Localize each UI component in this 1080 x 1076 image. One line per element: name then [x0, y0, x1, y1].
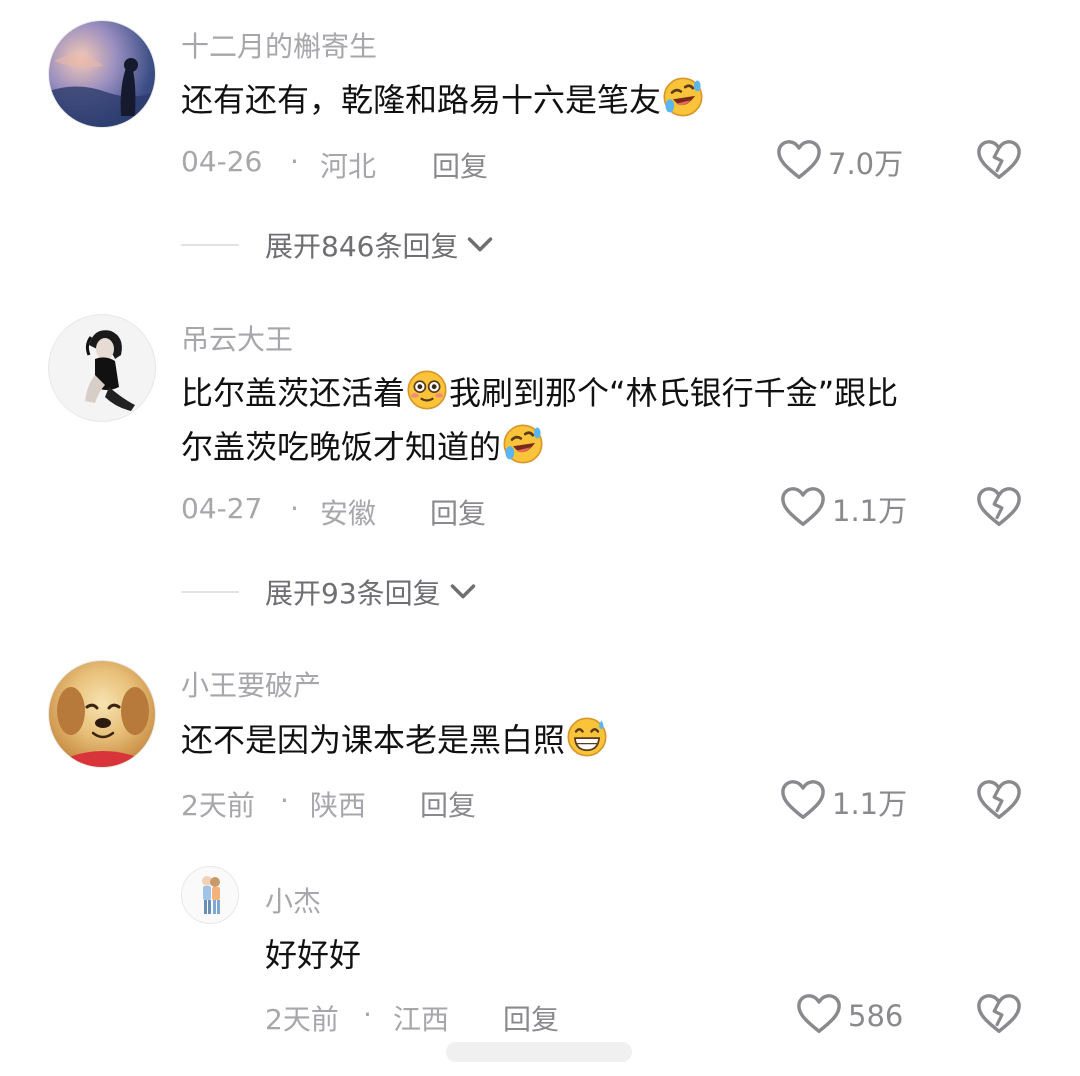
avatar[interactable] [48, 660, 156, 768]
comment-item: 小王要破产 还不是因为课本老是黑白照 2天前 · 陕西 回复 1.1万 小杰 好… [0, 0, 1080, 1076]
like-button[interactable]: 1.1万 [780, 778, 907, 826]
heart-icon [796, 992, 842, 1040]
comment-date: 2天前 [265, 1003, 339, 1036]
meta-separator: · [280, 784, 289, 817]
comment-location: 陕西 [310, 789, 367, 822]
like-count: 1.1万 [832, 787, 908, 821]
reply-button[interactable]: 回复 [503, 998, 559, 1038]
grin-sweat-emoji-icon [565, 715, 609, 775]
comment-date: 2天前 [181, 789, 255, 822]
dislike-button[interactable] [976, 992, 1022, 1040]
reply-button[interactable]: 回复 [420, 784, 476, 824]
comment-text: 好好好 [265, 936, 362, 974]
comment-location: 江西 [393, 1003, 450, 1036]
like-button[interactable]: 586 [796, 992, 903, 1040]
like-count: 586 [848, 999, 904, 1033]
comment-list-page: { "comments": [ { "username": "十二月的槲寄生",… [0, 0, 1080, 1076]
comment-text: 还不是因为课本老是黑白照 [181, 713, 609, 775]
broken-heart-icon [976, 1021, 1022, 1040]
avatar[interactable] [181, 866, 239, 924]
username[interactable]: 小杰 [265, 880, 321, 920]
heart-icon [780, 778, 826, 826]
home-indicator [446, 1042, 632, 1062]
broken-heart-icon [976, 807, 1022, 826]
comment-text-content: 还不是因为课本老是黑白照 [181, 721, 566, 759]
username[interactable]: 小王要破产 [181, 664, 321, 704]
meta-separator: · [363, 998, 372, 1031]
dislike-button[interactable] [976, 778, 1022, 826]
